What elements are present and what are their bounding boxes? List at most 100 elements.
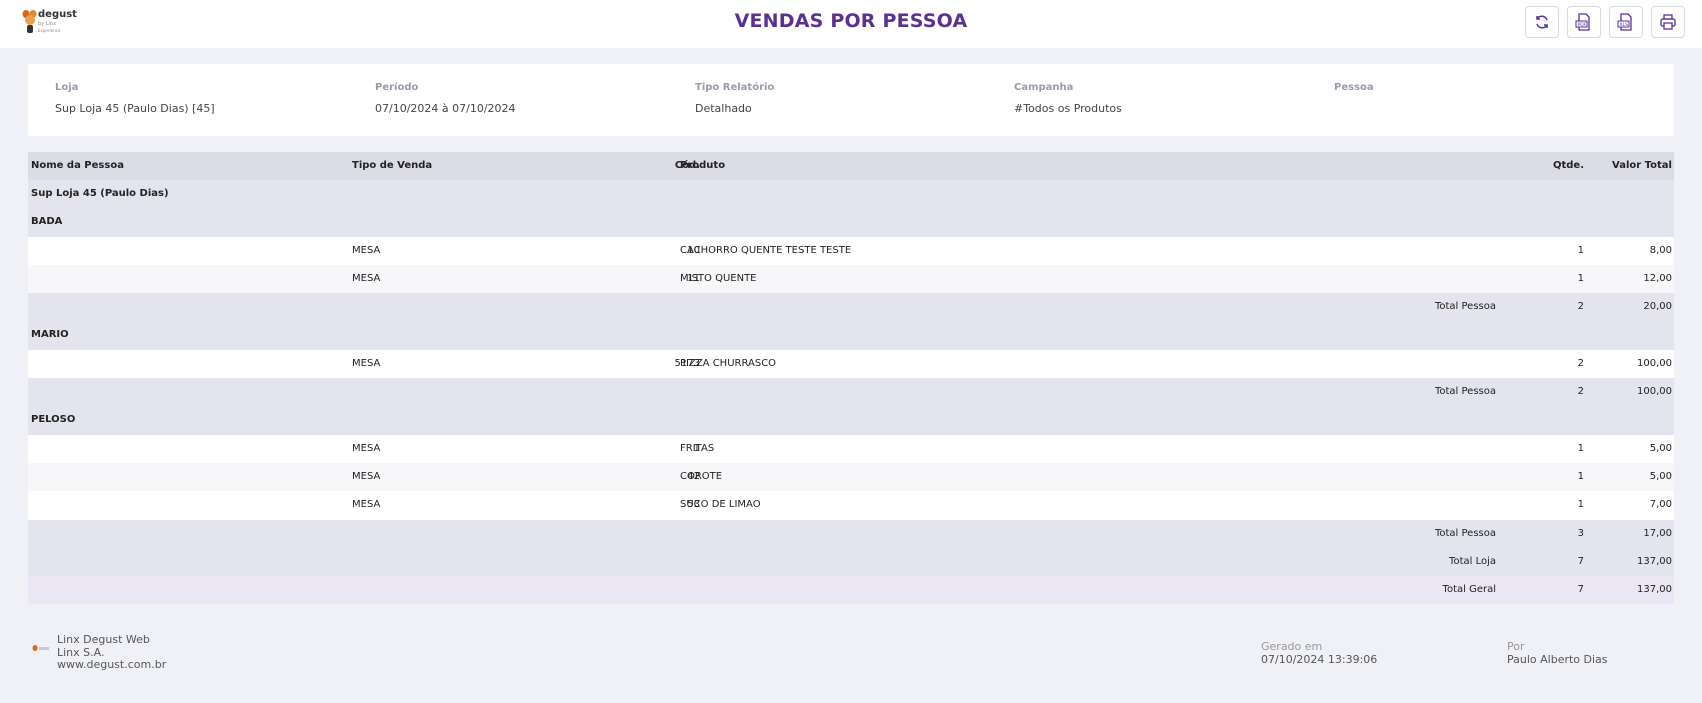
- table-row: MESA 11 MISTO QUENTE 1 12,00: [28, 264, 1674, 294]
- filter-loja-value: Sup Loja 45 (Paulo Dias) [45]: [55, 102, 215, 115]
- cell-qtde: 1: [1577, 499, 1584, 511]
- table-row: MESA 5173 PIZZA CHURRASCO 2 100,00: [28, 349, 1674, 379]
- col-header-tipo: Tipo de Venda: [352, 160, 433, 171]
- filter-pessoa: Pessoa: [1334, 82, 1374, 102]
- cell-qtde: 1: [1577, 470, 1584, 482]
- person-group-row: MARIO: [28, 321, 1674, 350]
- table-header-row: Nome da Pessoa Tipo de Venda Cód. Produt…: [28, 152, 1674, 180]
- person-group-row: PELOSO: [28, 406, 1674, 435]
- footer-website-link[interactable]: www.degust.com.br: [57, 658, 166, 672]
- filter-campanha-value: #Todos os Produtos: [1014, 102, 1122, 115]
- store-total-row: Total Loja 7 137,00: [28, 547, 1674, 577]
- total-pessoa-qtde: 3: [1577, 527, 1584, 539]
- filter-summary-card: Loja Sup Loja 45 (Paulo Dias) [45] Perío…: [28, 64, 1674, 136]
- total-pessoa-label: Total Pessoa: [1434, 527, 1496, 539]
- cell-tipo: MESA: [352, 272, 381, 284]
- person-total-row: Total Pessoa 3 17,00: [28, 519, 1674, 548]
- col-header-qtde: Qtde.: [1552, 160, 1584, 171]
- person-total-row: Total Pessoa 2 20,00: [28, 293, 1674, 322]
- col-header-valor: Valor Total: [1612, 160, 1672, 171]
- col-header-nome: Nome da Pessoa: [31, 160, 124, 171]
- filter-periodo-label: Período: [375, 82, 419, 93]
- footer-generated: Gerado em 07/10/2024 13:39:06: [1261, 640, 1378, 666]
- filter-loja-label: Loja: [55, 82, 79, 93]
- filter-campanha-label: Campanha: [1014, 82, 1074, 93]
- total-geral-valor: 137,00: [1637, 584, 1672, 596]
- cell-valor: 7,00: [1649, 499, 1672, 511]
- cell-valor: 5,00: [1649, 470, 1672, 482]
- person-name: PELOSO: [31, 414, 76, 426]
- total-geral-label: Total Geral: [1442, 584, 1496, 596]
- cell-tipo: MESA: [352, 499, 381, 511]
- total-pessoa-qtde: 2: [1577, 301, 1584, 313]
- total-pessoa-valor: 100,00: [1637, 386, 1672, 398]
- total-loja-qtde: 7: [1577, 555, 1584, 567]
- total-pessoa-valor: 17,00: [1643, 527, 1672, 539]
- print-button[interactable]: [1651, 6, 1685, 38]
- generated-label: Gerado em: [1261, 640, 1323, 653]
- cell-qtde: 2: [1577, 357, 1584, 369]
- degust-footer-logo-icon: [32, 645, 49, 651]
- toolbar-actions: PDF XLS: [1525, 6, 1685, 38]
- filter-campanha: Campanha #Todos os Produtos: [1014, 82, 1122, 115]
- person-name: MARIO: [31, 329, 69, 341]
- cell-qtde: 1: [1577, 272, 1584, 284]
- by-label: Por: [1507, 640, 1525, 653]
- report-footer: Linx Degust Web Linx S.A. www.degust.com…: [0, 630, 1702, 680]
- table-row: MESA 10 CACHORRO QUENTE TESTE TESTE 1 8,…: [28, 236, 1674, 265]
- refresh-icon: [1536, 15, 1548, 29]
- export-pdf-button[interactable]: PDF: [1567, 6, 1601, 38]
- cell-valor: 5,00: [1649, 442, 1672, 454]
- cell-produto: PIZZA CHURRASCO: [680, 357, 777, 369]
- filter-loja: Loja Sup Loja 45 (Paulo Dias) [45]: [55, 82, 215, 115]
- refresh-button[interactable]: [1525, 6, 1559, 38]
- filter-pessoa-label: Pessoa: [1334, 82, 1374, 93]
- filter-periodo: Período 07/10/2024 à 07/10/2024: [375, 82, 516, 115]
- cell-tipo: MESA: [352, 244, 381, 256]
- col-header-produto: Produto: [680, 160, 726, 171]
- pdf-icon-label: PDF: [1578, 22, 1587, 28]
- total-pessoa-qtde: 2: [1577, 386, 1584, 398]
- cell-produto: FRITAS: [680, 442, 715, 454]
- generated-value: 07/10/2024 13:39:06: [1261, 652, 1378, 666]
- xls-icon-label: XLS: [1620, 22, 1629, 28]
- filter-tipo-label: Tipo Relatório: [695, 82, 775, 93]
- total-geral-qtde: 7: [1577, 584, 1584, 596]
- total-pessoa-valor: 20,00: [1643, 301, 1672, 313]
- table-row: MESA 53 SUCO DE LIMAO 1 7,00: [28, 491, 1674, 520]
- xls-export-icon: XLS: [1617, 13, 1632, 31]
- filter-tipo-value: Detalhado: [695, 102, 752, 115]
- cell-tipo: MESA: [352, 442, 381, 454]
- cell-produto: SUCO DE LIMAO: [680, 499, 761, 511]
- filter-periodo-value: 07/10/2024 à 07/10/2024: [375, 102, 516, 115]
- pdf-export-icon: PDF: [1575, 13, 1590, 31]
- sales-table: Nome da Pessoa Tipo de Venda Cód. Produt…: [28, 152, 1674, 605]
- cell-qtde: 1: [1577, 244, 1584, 256]
- table-row: MESA 42 COROTE 1 5,00: [28, 462, 1674, 492]
- cell-valor: 8,00: [1649, 244, 1672, 256]
- total-loja-valor: 137,00: [1637, 555, 1672, 567]
- export-xls-button[interactable]: XLS: [1609, 6, 1643, 38]
- top-bar: degust by Linx Experience VENDAS POR PES…: [0, 0, 1702, 48]
- store-name: Sup Loja 45 (Paulo Dias): [31, 188, 169, 199]
- person-total-row: Total Pessoa 2 100,00: [28, 378, 1674, 407]
- cell-produto: CACHORRO QUENTE TESTE TESTE: [680, 244, 852, 256]
- person-name: BADA: [31, 216, 63, 228]
- table-row: MESA 1 FRITAS 1 5,00: [28, 434, 1674, 463]
- cell-valor: 100,00: [1637, 357, 1672, 369]
- footer-generated-by: Por Paulo Alberto Dias: [1507, 640, 1608, 666]
- total-pessoa-label: Total Pessoa: [1434, 386, 1496, 398]
- store-group-row: Sup Loja 45 (Paulo Dias): [28, 180, 1674, 209]
- cell-produto: MISTO QUENTE: [680, 272, 757, 284]
- grand-total-row: Total Geral 7 137,00: [28, 576, 1674, 605]
- cell-produto: COROTE: [680, 470, 723, 482]
- cell-tipo: MESA: [352, 357, 381, 369]
- person-group-row: BADA: [28, 208, 1674, 237]
- cell-valor: 12,00: [1643, 272, 1672, 284]
- page-title: VENDAS POR PESSOA: [734, 10, 968, 32]
- cell-tipo: MESA: [352, 470, 381, 482]
- print-icon: [1660, 14, 1676, 30]
- footer-company: Linx Degust Web Linx S.A. www.degust.com…: [57, 633, 166, 672]
- by-value: Paulo Alberto Dias: [1507, 652, 1608, 666]
- total-pessoa-label: Total Pessoa: [1434, 301, 1496, 313]
